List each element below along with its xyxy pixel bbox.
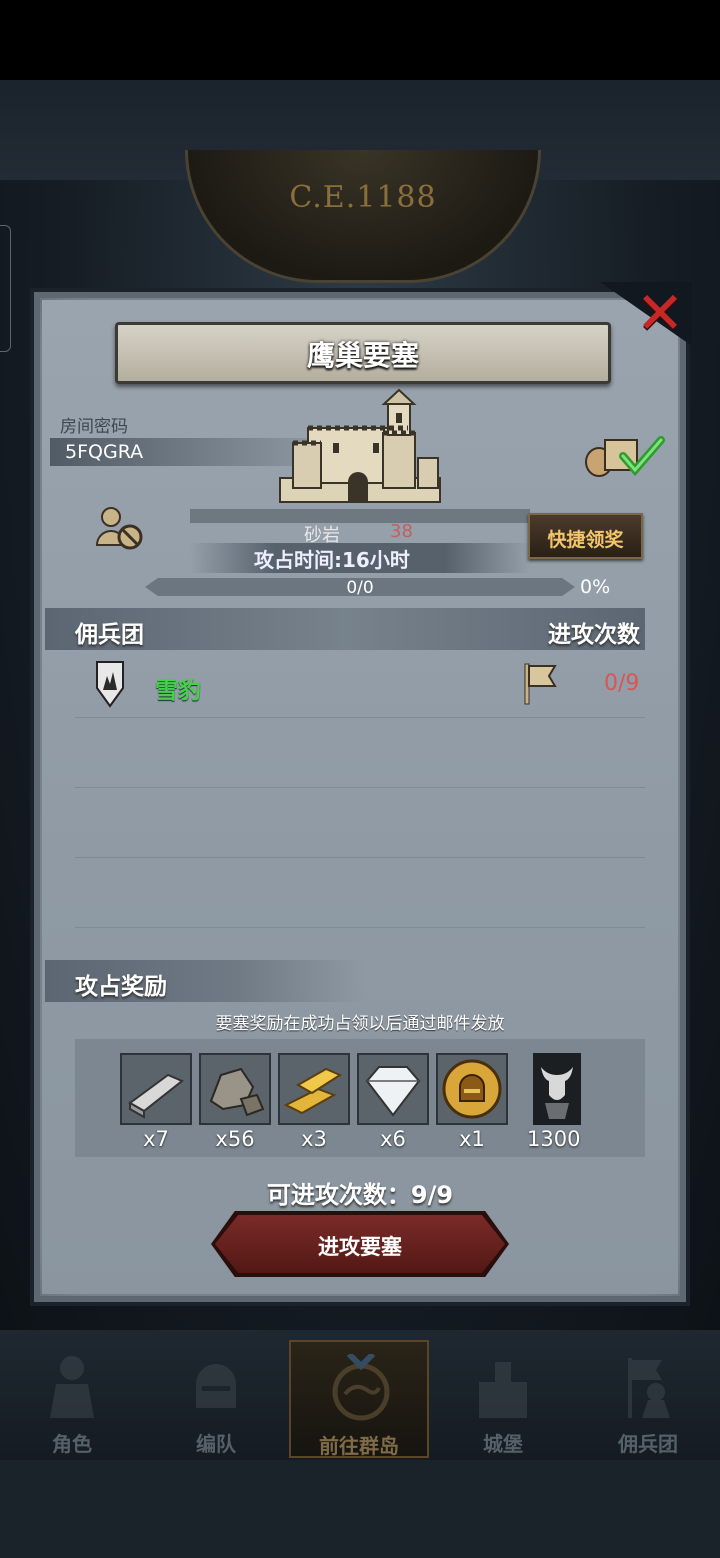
guild-shield-icon bbox=[96, 661, 124, 708]
reward-qty: x6 bbox=[380, 1127, 406, 1151]
bottom-band bbox=[0, 1460, 720, 1558]
attacks-header: 进攻次数 bbox=[548, 622, 640, 648]
nav-islands[interactable]: 前往群岛 bbox=[289, 1340, 429, 1458]
guild-header: 佣兵团 bbox=[75, 622, 144, 648]
points-value: 1300 bbox=[527, 1127, 581, 1151]
quick-claim-label: 快捷领奖 bbox=[547, 529, 624, 551]
status-bar bbox=[0, 0, 720, 80]
era-text: C.E.1188 bbox=[289, 180, 437, 215]
helmet-icon bbox=[196, 1364, 236, 1408]
reward-note: 要塞奖励在成功占领以后通过邮件发放 bbox=[215, 1014, 505, 1034]
reward-diamond[interactable] bbox=[357, 1053, 429, 1125]
nav-label: 前往群岛 bbox=[319, 1434, 399, 1458]
reward-gold[interactable] bbox=[278, 1053, 350, 1125]
progress-percent: 0% bbox=[580, 576, 611, 598]
row-divider bbox=[75, 927, 645, 928]
dialog-title: 鹰巢要塞 bbox=[306, 339, 419, 372]
row-divider bbox=[75, 787, 645, 788]
reward-qty: x1 bbox=[459, 1127, 485, 1151]
guild-attacks: 0/9 bbox=[604, 671, 640, 696]
room-label: 房间密码 bbox=[60, 417, 128, 437]
nav-label: 编队 bbox=[196, 1432, 236, 1456]
reward-qty: x7 bbox=[143, 1127, 169, 1151]
close-icon[interactable]: ✕ bbox=[630, 283, 690, 343]
quick-claim-button[interactable]: 快捷领奖 bbox=[528, 513, 643, 559]
nav-character[interactable]: 角色 bbox=[2, 1340, 142, 1458]
compass-map-icon bbox=[332, 1354, 390, 1421]
reward-medal[interactable] bbox=[436, 1053, 508, 1125]
occupy-progress-bar: 0/0 bbox=[145, 578, 575, 596]
gold-bars-icon bbox=[280, 1055, 348, 1123]
reward-qty: x3 bbox=[301, 1127, 327, 1151]
castle-icon bbox=[279, 388, 441, 503]
resource-sandstone-amount: 38 bbox=[390, 521, 413, 542]
reward-stone[interactable] bbox=[199, 1053, 271, 1125]
reward-silver[interactable] bbox=[120, 1053, 192, 1125]
side-tab[interactable] bbox=[0, 225, 11, 352]
attack-button-label: 进攻要塞 bbox=[318, 1235, 402, 1259]
knight-icon bbox=[50, 1356, 94, 1418]
supply-check-icon[interactable] bbox=[583, 430, 665, 480]
row-divider bbox=[75, 717, 645, 718]
attack-fortress-button[interactable]: 进攻要塞 bbox=[215, 1215, 505, 1273]
resource-stripe bbox=[190, 509, 530, 523]
diamond-icon bbox=[359, 1055, 427, 1123]
nav-label: 城堡 bbox=[483, 1432, 523, 1456]
person-blocked-icon bbox=[95, 507, 143, 550]
room-code: 5FQGRA bbox=[65, 441, 144, 463]
nav-label: 角色 bbox=[52, 1432, 92, 1456]
banner-knight-icon bbox=[628, 1358, 670, 1418]
nav-guild[interactable]: 佣兵团 bbox=[578, 1340, 718, 1458]
bull-points-icon[interactable] bbox=[533, 1053, 581, 1125]
remaining-attacks: 可进攻次数：9/9 bbox=[266, 1181, 454, 1209]
occupy-time: 攻占时间:16小时 bbox=[254, 548, 410, 572]
helmet-coin-icon bbox=[438, 1055, 506, 1123]
flag-icon bbox=[524, 663, 557, 705]
nav-castle[interactable]: 城堡 bbox=[433, 1340, 573, 1458]
castle-nav-icon bbox=[479, 1362, 527, 1418]
nav-label: 佣兵团 bbox=[618, 1432, 678, 1456]
progress-text: 0/0 bbox=[346, 578, 374, 598]
reward-qty: x56 bbox=[215, 1127, 255, 1151]
nav-formation[interactable]: 编队 bbox=[146, 1340, 286, 1458]
stone-ore-icon bbox=[201, 1055, 269, 1123]
reward-header: 攻占奖励 bbox=[75, 974, 167, 1000]
row-divider bbox=[75, 857, 645, 858]
title-banner: 鹰巢要塞 bbox=[115, 322, 611, 384]
guild-name[interactable]: 雪豹 bbox=[155, 671, 201, 705]
silver-ingot-icon bbox=[122, 1055, 190, 1123]
